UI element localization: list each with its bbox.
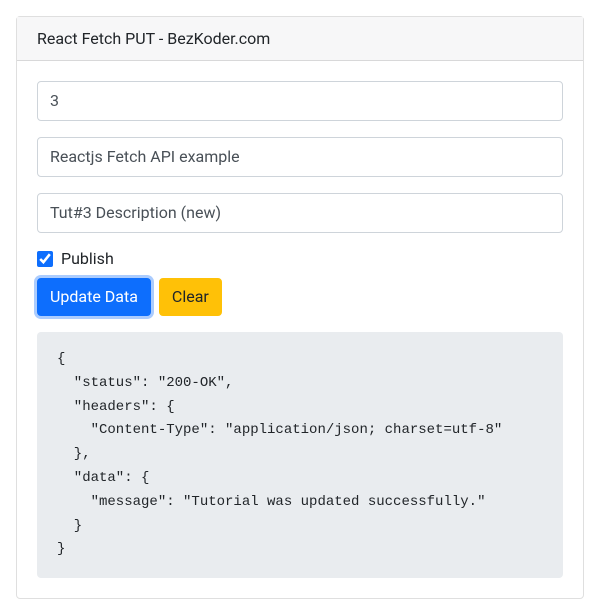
card: React Fetch PUT - BezKoder.com Publish U… <box>16 16 584 599</box>
id-input[interactable] <box>37 81 563 121</box>
title-input[interactable] <box>37 137 563 177</box>
card-header: React Fetch PUT - BezKoder.com <box>17 17 583 61</box>
publish-label: Publish <box>61 249 114 268</box>
card-title: React Fetch PUT - BezKoder.com <box>37 29 270 48</box>
publish-check: Publish <box>37 249 563 268</box>
button-row: Update Data Clear <box>37 278 563 316</box>
update-button[interactable]: Update Data <box>37 278 151 316</box>
response-output: { "status": "200-OK", "headers": { "Cont… <box>37 332 563 578</box>
publish-checkbox[interactable] <box>37 251 53 267</box>
card-body: Publish Update Data Clear { "status": "2… <box>17 61 583 598</box>
description-input[interactable] <box>37 193 563 233</box>
clear-button[interactable]: Clear <box>159 278 222 316</box>
